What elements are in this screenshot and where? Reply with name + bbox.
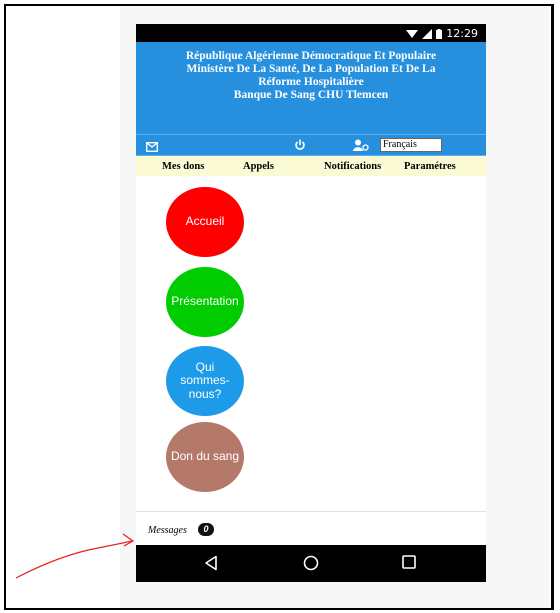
annotation-arrow-icon	[15, 533, 135, 579]
